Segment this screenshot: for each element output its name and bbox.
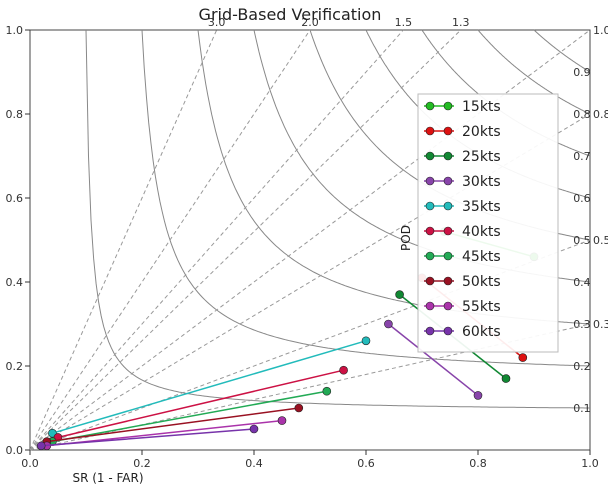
legend-marker xyxy=(425,201,435,211)
legend-label: 15kts xyxy=(462,99,501,115)
x-tick-label: 0.8 xyxy=(469,457,487,470)
legend-marker xyxy=(425,251,435,261)
data-point xyxy=(361,336,371,346)
csi-label: 0.1 xyxy=(573,402,591,415)
x-tick-label: 0.2 xyxy=(133,457,151,470)
legend-marker xyxy=(443,126,453,136)
data-point xyxy=(277,416,287,425)
y-tick-label: 0.4 xyxy=(6,276,24,289)
performance-diagram: 0.10.20.30.40.50.60.70.80.9 0.30.50.81.0… xyxy=(6,5,608,485)
csi-label: 0.6 xyxy=(573,192,591,205)
legend-label: 25kts xyxy=(462,149,501,165)
legend-label: 35kts xyxy=(462,199,501,215)
x-tick-label: 0.6 xyxy=(357,457,375,470)
legend-marker xyxy=(425,301,435,311)
data-point xyxy=(473,391,483,400)
csi-label: 0.7 xyxy=(573,150,591,163)
legend-marker xyxy=(425,226,435,236)
data-point xyxy=(501,374,511,383)
chart-stage: 0.1 0.2 0.3 0.4 0.5 0.6 0.7 0.8 0.9 0.3 0.5 0.8 1.0… xyxy=(0,0,608,486)
legend-marker xyxy=(443,101,453,111)
legend-marker xyxy=(425,176,435,186)
legend-marker xyxy=(443,326,453,336)
bias-label: 1.5 xyxy=(395,16,413,29)
legend-marker xyxy=(425,101,435,111)
data-point xyxy=(395,290,404,299)
csi-label: 0.3 xyxy=(573,318,591,331)
legend-label: 40kts xyxy=(462,224,501,240)
legend-marker xyxy=(425,276,435,286)
x-axis-label: SR (1 - FAR) xyxy=(72,471,143,485)
data-point xyxy=(339,365,348,375)
legend-marker xyxy=(443,201,453,211)
csi-label: 0.9 xyxy=(573,66,591,79)
legend-marker xyxy=(425,326,435,336)
bias-label: 1.0 xyxy=(593,24,608,37)
chart-title: Grid-Based Verification xyxy=(199,5,382,24)
legend-label: 50kts xyxy=(462,274,501,290)
data-point xyxy=(518,353,528,362)
legend-label: 30kts xyxy=(462,174,501,190)
csi-label: 0.8 xyxy=(573,108,591,121)
x-tick-label: 1.0 xyxy=(581,457,599,470)
x-tick-label: 0.4 xyxy=(245,457,263,470)
csi-label: 0.4 xyxy=(573,276,591,289)
legend-label: 60kts xyxy=(462,324,501,340)
legend-marker xyxy=(425,126,435,136)
data-point xyxy=(384,319,393,329)
legend-marker xyxy=(443,226,453,236)
legend-label: 55kts xyxy=(462,299,501,315)
y-tick-label: 0.8 xyxy=(6,108,24,121)
data-point xyxy=(249,424,259,434)
bias-label: 0.5 xyxy=(593,234,608,247)
legend-label: 45kts xyxy=(462,249,501,265)
bias-label: 0.8 xyxy=(593,108,608,121)
legend-marker xyxy=(443,276,453,286)
legend-marker xyxy=(443,176,453,186)
data-point xyxy=(322,386,332,396)
y-tick-label: 0.0 xyxy=(6,444,24,457)
y-tick-label: 1.0 xyxy=(6,24,24,37)
y-tick-label: 0.6 xyxy=(6,192,24,205)
legend-marker xyxy=(443,301,453,311)
legend-marker xyxy=(443,251,453,261)
y-tick-label: 0.2 xyxy=(6,360,24,373)
legend-marker xyxy=(425,151,435,161)
legend: 15kts 20kts 25kts 30kts 35kts 40kts 45kts 50kts… xyxy=(417,93,559,353)
bias-label: 0.3 xyxy=(593,318,608,331)
y-axis-label: POD xyxy=(399,225,413,251)
bias-label: 1.3 xyxy=(452,16,470,29)
csi-label: 0.2 xyxy=(573,360,591,373)
data-point xyxy=(36,441,46,451)
x-tick-label: 0.0 xyxy=(21,457,39,470)
legend-label: 20kts xyxy=(462,124,501,140)
data-point xyxy=(294,403,304,413)
legend-marker xyxy=(443,151,453,161)
